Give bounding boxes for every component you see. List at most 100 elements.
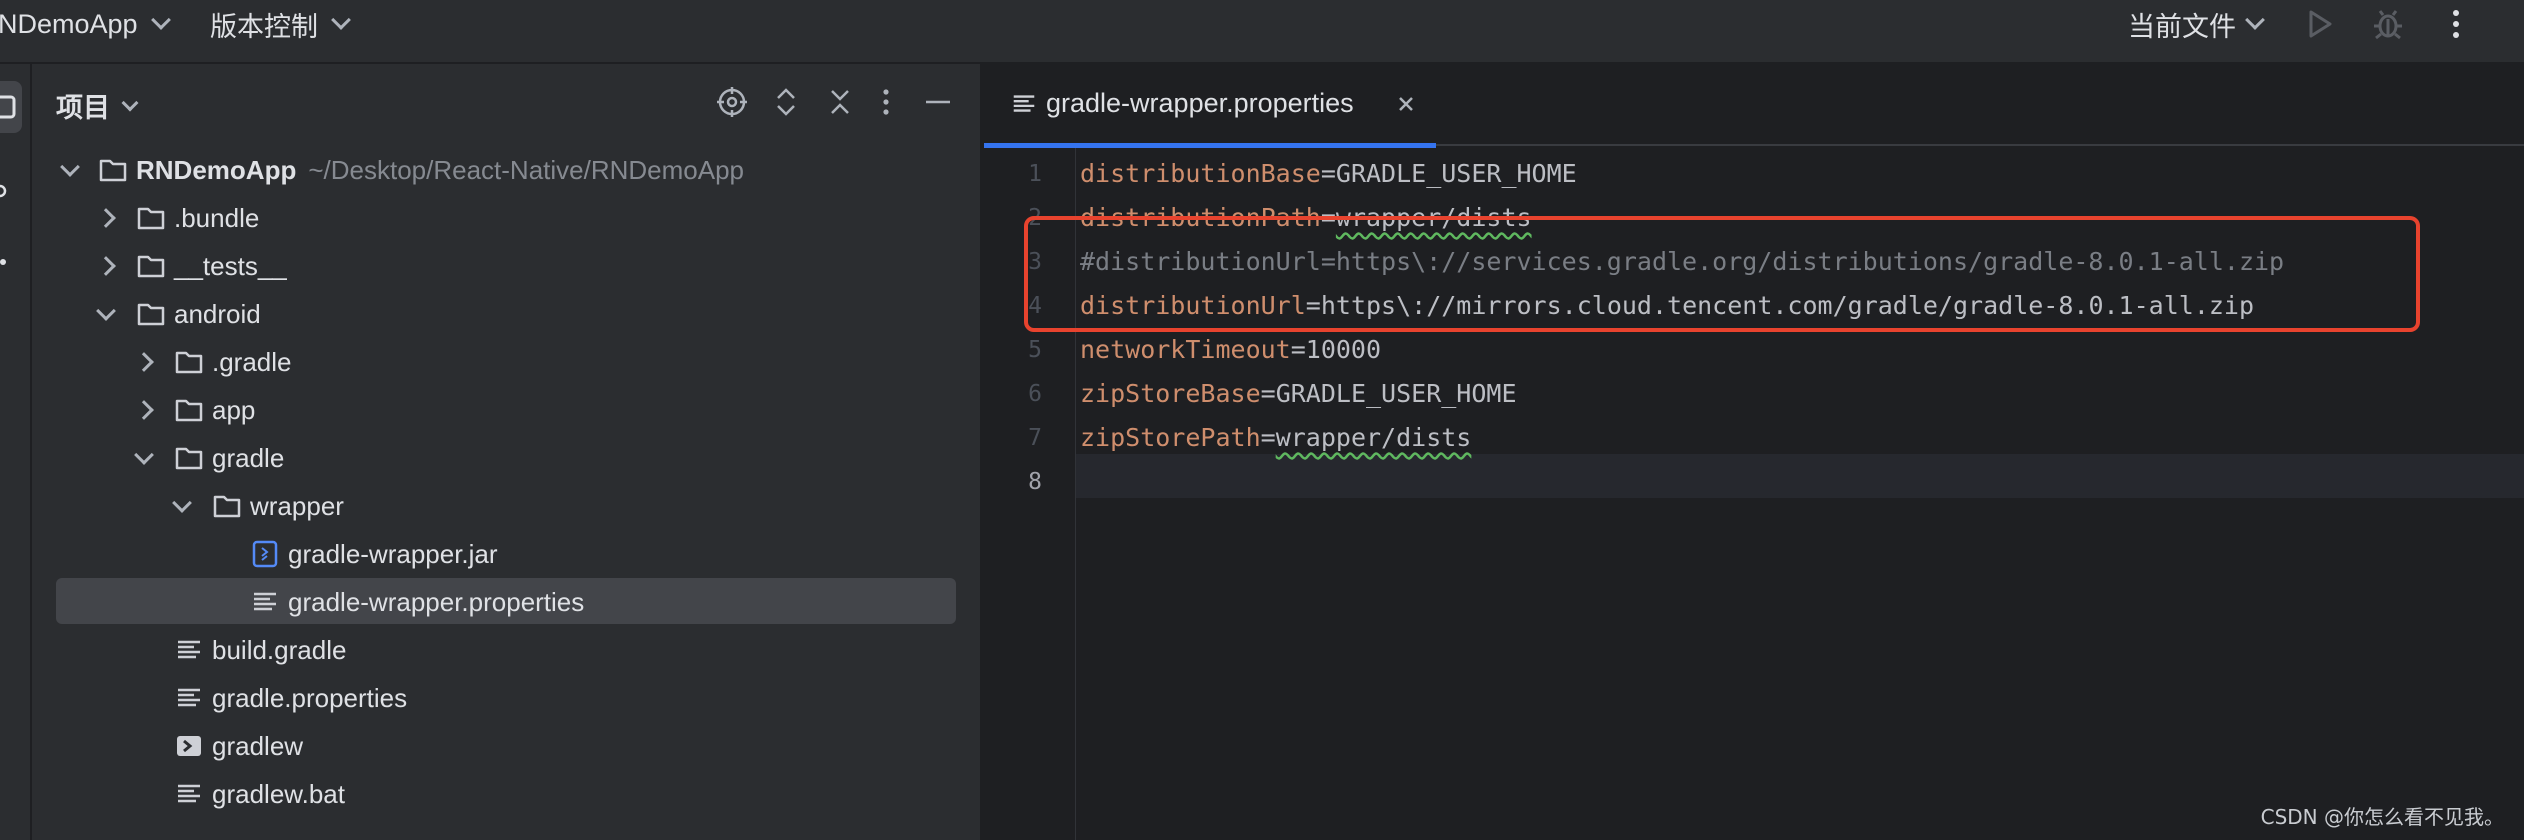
tree-label: .gradle (212, 347, 292, 377)
editor-tab-gradle-wrapper-properties[interactable]: gradle-wrapper.properties (984, 64, 1436, 148)
chevron-down-icon (150, 10, 171, 30)
locate-file-button[interactable] (712, 82, 752, 122)
project-view-selector[interactable]: 项目 (56, 86, 139, 125)
tree-row-gradlew-bat[interactable]: gradlew.bat (32, 770, 980, 818)
debug-button[interactable] (2368, 4, 2408, 44)
text-file-icon (1013, 95, 1035, 112)
tree-row-wrapper[interactable]: wrapper (32, 482, 980, 530)
folder-icon (137, 207, 165, 230)
tree-row-gradlew[interactable]: gradlew (32, 722, 980, 770)
debug-icon (2374, 10, 2402, 40)
chevron-down-icon[interactable] (170, 494, 194, 518)
jar-file-icon (252, 540, 278, 568)
folder-icon (137, 303, 165, 326)
property-value: wrapper/dists (1275, 423, 1472, 452)
code-line[interactable]: zipStorePath=wrapper/dists (1080, 416, 1471, 460)
line-number: 7 (1028, 425, 1042, 451)
line-number: 2 (1028, 205, 1042, 231)
code-line[interactable]: networkTimeout=10000 (1080, 328, 1381, 372)
property-value: 10000 (1305, 335, 1382, 364)
tree-label: android (174, 299, 261, 329)
project-folder-icon (0, 95, 16, 119)
line-number: 4 (1028, 293, 1042, 319)
collapse-all-button[interactable] (820, 82, 860, 122)
tree-row-gradle[interactable]: gradle (32, 434, 980, 482)
more-vertical-icon (2453, 10, 2459, 38)
chevron-down-icon[interactable] (94, 302, 118, 326)
chevron-down-icon (2245, 10, 2265, 30)
tree-row-app[interactable]: app (32, 386, 980, 434)
text-file-icon (178, 640, 200, 659)
tree-path: ~/Desktop/React-Native/RNDemoApp (308, 155, 745, 185)
minimize-icon (926, 100, 950, 104)
chevron-right-icon[interactable] (94, 206, 118, 230)
comment: #distributionUrl=https\://services.gradl… (1080, 247, 2285, 276)
more-vertical-icon (883, 89, 889, 115)
property-value: https\://mirrors.cloud.tencent.com/gradl… (1320, 291, 2255, 320)
watermark: CSDN @你怎么看不见我。 (2260, 805, 2504, 829)
tree-row-gradle-wrapper-properties[interactable]: gradle-wrapper.properties (32, 578, 980, 626)
property-value: GRADLE_USER_HOME (1275, 379, 1517, 408)
run-icon (2309, 10, 2332, 38)
property-key: zipStoreBase (1080, 379, 1261, 408)
text-file-icon (254, 592, 276, 611)
editor-area: gradle-wrapper.properties 1 2 3 4 5 6 7 … (984, 64, 2524, 840)
tool-window-strip (0, 64, 32, 840)
chevron-right-icon[interactable] (132, 398, 156, 422)
vcs-label: 版本控制 (210, 11, 318, 42)
tree-row-build-gradle[interactable]: build.gradle (32, 626, 980, 674)
project-tool-button[interactable] (0, 81, 22, 133)
executable-file-icon (177, 736, 201, 756)
code-line[interactable]: distributionBase=GRADLE_USER_HOME (1080, 152, 1577, 196)
close-icon[interactable] (1392, 90, 1420, 118)
folder-icon (99, 159, 127, 182)
tree-row-rndemoapp[interactable]: RNDemoApp ~/Desktop/React-Native/RNDemoAp… (32, 146, 980, 194)
run-config-selector[interactable]: 当前文件 (2128, 6, 2265, 42)
project-panel-title: 项目 (56, 93, 110, 123)
code-line[interactable]: distributionUrl=https\://mirrors.cloud.t… (1080, 284, 2254, 328)
tree-row-dot-gradle[interactable]: .gradle (32, 338, 980, 386)
code-line[interactable]: zipStoreBase=GRADLE_USER_HOME (1080, 372, 1517, 416)
current-line-highlight (984, 454, 2524, 498)
line-number: 5 (1028, 337, 1042, 363)
property-key: distributionPath (1080, 203, 1321, 232)
chevron-right-icon[interactable] (132, 350, 156, 374)
vcs-menu[interactable]: 版本控制 (210, 6, 351, 42)
property-value: GRADLE_USER_HOME (1335, 159, 1577, 188)
chevron-down-icon (331, 10, 351, 30)
code-line[interactable]: #distributionUrl=https\://services.gradl… (1080, 240, 2284, 284)
tree-row-gradle-wrapper-jar[interactable]: gradle-wrapper.jar (32, 530, 980, 578)
line-number: 6 (1028, 381, 1042, 407)
commit-tool-button[interactable] (0, 184, 10, 198)
tree-label: .bundle (174, 203, 260, 233)
expand-collapse-icon (777, 88, 795, 116)
tree-row-bundle[interactable]: .bundle (32, 194, 980, 242)
dot-icon (0, 259, 6, 265)
property-key: distributionBase (1080, 159, 1321, 188)
run-config-label: 当前文件 (2128, 11, 2236, 42)
hide-panel-button[interactable] (918, 82, 958, 122)
line-number-gutter: 1 2 3 4 5 6 7 8 (984, 148, 1076, 840)
chevron-down-icon[interactable] (58, 158, 82, 182)
tree-label: wrapper (250, 491, 344, 521)
tree-label: gradlew.bat (212, 779, 345, 809)
text-file-icon (178, 688, 200, 707)
folder-icon (213, 495, 241, 518)
tree-label: RNDemoApp ~/Desktop/React-Native/RNDemoAp… (136, 155, 745, 185)
run-button[interactable] (2300, 4, 2340, 44)
panel-options-button[interactable] (866, 82, 906, 122)
chevron-down-icon[interactable] (132, 446, 156, 470)
expand-all-button[interactable] (766, 82, 806, 122)
tree-row-tests[interactable]: __tests__ (32, 242, 980, 290)
chevron-right-icon[interactable] (94, 254, 118, 278)
more-tools-button[interactable] (0, 254, 10, 265)
project-switcher[interactable]: NDemoApp (0, 6, 171, 42)
tree-row-android[interactable]: android (32, 290, 980, 338)
tree-label: gradle-wrapper.jar (288, 539, 498, 569)
more-actions-button[interactable] (2436, 4, 2476, 44)
tree-label: app (212, 395, 256, 425)
tree-row-gradle-properties[interactable]: gradle.properties (32, 674, 980, 722)
code-line[interactable]: distributionPath=wrapper/dists (1080, 196, 1532, 240)
tree-label: __tests__ (174, 251, 287, 281)
folder-icon (175, 351, 203, 374)
